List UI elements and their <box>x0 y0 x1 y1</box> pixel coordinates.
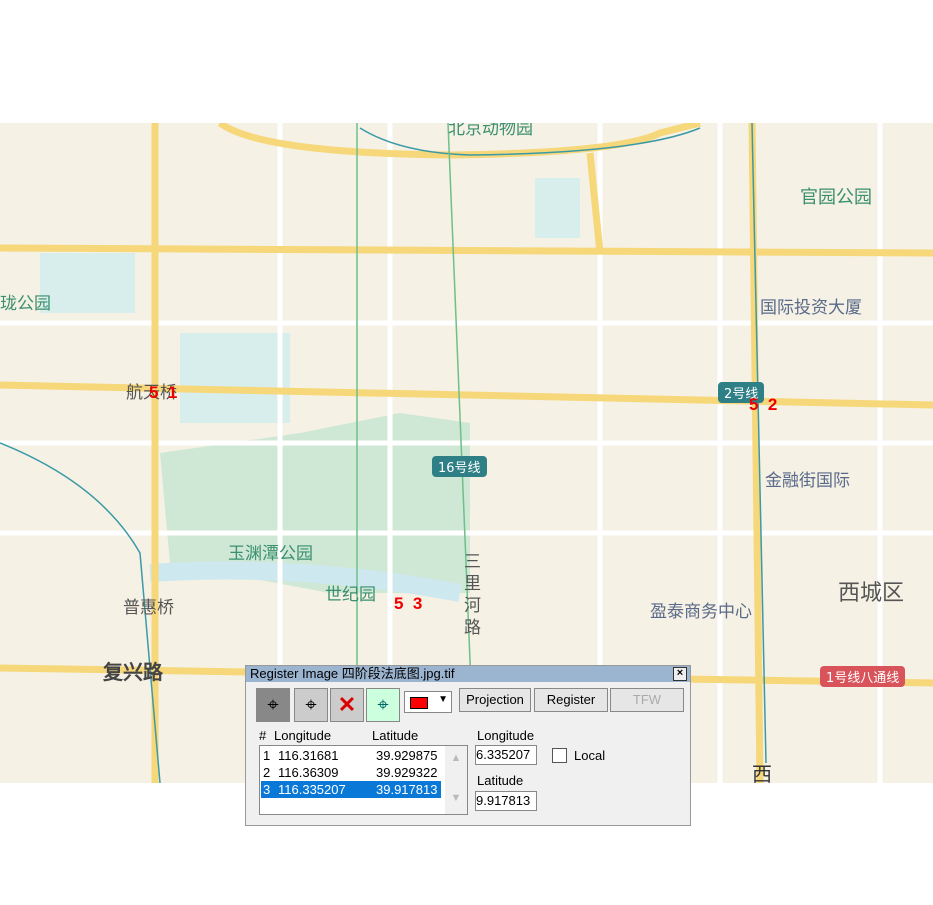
projection-button[interactable]: Projection <box>459 688 531 712</box>
chevron-down-icon: ▼ <box>438 694 448 705</box>
map-badge-line1: 1号线八通线 <box>820 666 906 687</box>
map-label-yingtai: 盈泰商务中心 <box>650 602 752 622</box>
crosshair-icon: ⌖ <box>267 693 279 716</box>
local-checkbox[interactable] <box>552 748 567 763</box>
add-point-tool-button[interactable]: ⌖ <box>256 688 290 722</box>
map-point-tool-button[interactable]: ⌖ <box>366 688 400 722</box>
list-scrollbar[interactable]: ▲ ▼ <box>445 746 467 814</box>
map-label-xicheng: 西城区 <box>838 581 905 606</box>
marker-label: 5 <box>749 395 759 414</box>
marker-label: 5 <box>394 594 404 613</box>
row-num: 1 <box>263 748 271 763</box>
tfw-button[interactable]: TFW <box>610 688 684 712</box>
row-lon: 116.36309 <box>278 765 339 780</box>
marker-number: 2 <box>767 395 778 414</box>
move-point-tool-button[interactable]: ⌖ <box>294 688 328 722</box>
map-label-sanlihe: 三里河路 <box>464 552 481 638</box>
map-label-guanyuan: 官园公园 <box>800 187 872 208</box>
row-num: 2 <box>263 765 271 780</box>
gcp-marker-3[interactable]: 5 3 <box>394 594 422 614</box>
map-label-park-left: 珑公园 <box>0 294 51 314</box>
dialog-title: Register Image 四阶段法底图.jpg.tif <box>250 666 455 681</box>
row-lat: 39.929322 <box>376 765 438 780</box>
header-longitude: Longitude <box>274 728 332 743</box>
map-label-zoo: 北京动物园 <box>448 123 533 139</box>
map-label-yuyuantan: 玉渊潭公园 <box>228 544 313 564</box>
latitude-label: Latitude <box>477 773 524 788</box>
marker-number: 1 <box>167 383 178 402</box>
marker-label: 5 <box>149 383 159 402</box>
map-label-xi: 西 <box>752 762 772 783</box>
header-latitude: Latitude <box>372 728 419 743</box>
gcp-marker-1[interactable]: 5 1 <box>149 383 177 403</box>
header-num: # <box>259 728 267 743</box>
local-label: Local <box>574 748 606 763</box>
delete-point-icon: ✕ <box>337 692 357 717</box>
map-label-shijiyuan: 世纪园 <box>325 585 376 605</box>
longitude-label: Longitude <box>477 728 535 743</box>
close-button[interactable]: × <box>673 667 687 681</box>
crosshair-move-icon: ⌖ <box>305 693 317 716</box>
map-label-puhui: 普惠桥 <box>123 598 174 618</box>
delete-point-tool-button[interactable]: ✕ <box>330 688 364 722</box>
latitude-input[interactable]: 9.917813 <box>475 791 537 811</box>
list-item[interactable]: 1 116.31681 39.929875 <box>261 747 441 764</box>
color-swatch <box>410 697 428 709</box>
row-num: 3 <box>263 782 271 797</box>
gcp-list[interactable]: 1 116.31681 39.929875 2 116.36309 39.929322 … <box>259 745 468 815</box>
map-crosshair-icon: ⌖ <box>377 693 389 716</box>
register-image-dialog: Register Image 四阶段法底图.jpg.tif × ⌖ ⌖ ✕ ⌖ ▼… <box>245 665 691 826</box>
longitude-input[interactable]: 6.335207 <box>475 745 537 765</box>
row-lon: 116.335207 <box>278 782 346 797</box>
row-lat: 39.917813 <box>376 782 438 797</box>
marker-number: 3 <box>412 594 423 613</box>
scroll-down-icon: ▼ <box>450 792 462 804</box>
map-label-jinrong: 金融街国际 <box>765 471 850 491</box>
scroll-up-icon: ▲ <box>450 752 462 764</box>
list-item-selected[interactable]: 3 116.335207 39.917813 <box>261 781 441 798</box>
map-label-fuxing: 复兴路 <box>103 660 163 684</box>
map-badge-line16: 16号线 <box>432 456 487 477</box>
dialog-title-bar[interactable]: Register Image 四阶段法底图.jpg.tif × <box>246 666 690 682</box>
register-button[interactable]: Register <box>534 688 608 712</box>
marker-color-select[interactable]: ▼ <box>404 691 452 713</box>
row-lon: 116.31681 <box>278 748 339 763</box>
list-item[interactable]: 2 116.36309 39.929322 <box>261 764 441 781</box>
gcp-marker-2[interactable]: 5 2 <box>749 395 777 415</box>
row-lat: 39.929875 <box>376 748 438 763</box>
map-label-intl: 国际投资大厦 <box>760 298 862 318</box>
